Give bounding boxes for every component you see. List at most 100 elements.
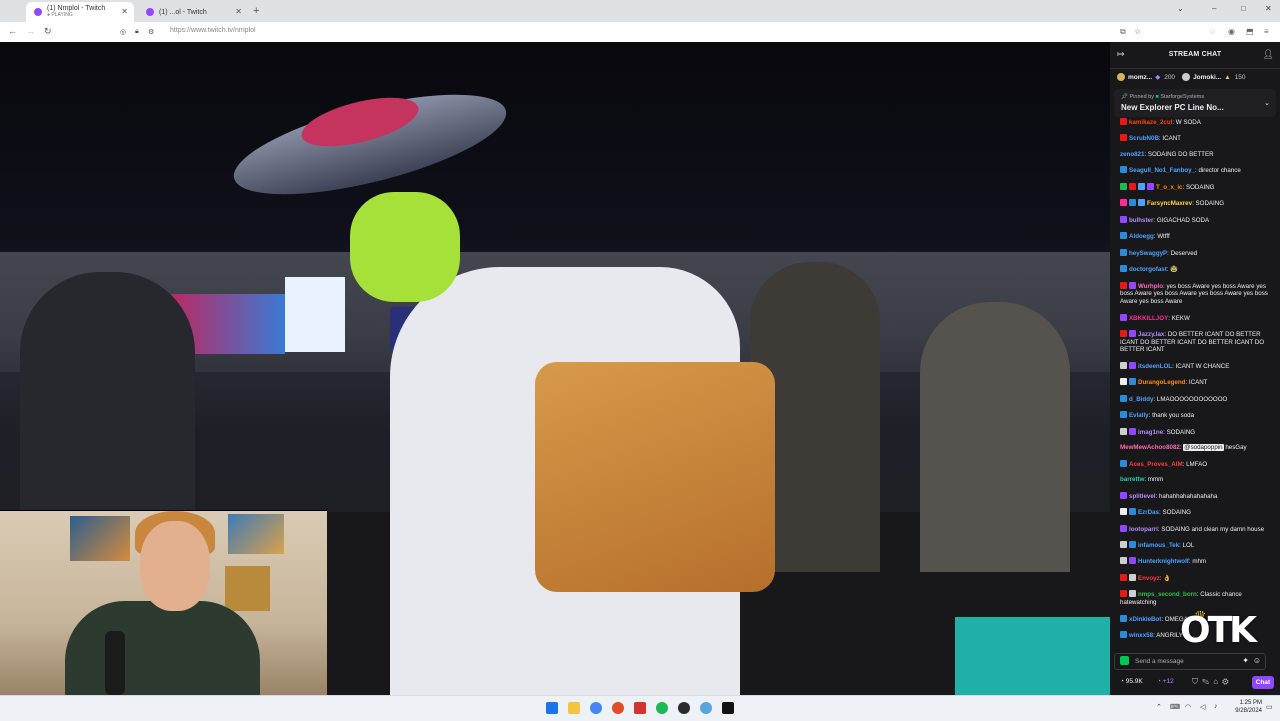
close-tab-icon[interactable]: ✕ [121, 7, 128, 16]
chat-badge-icon[interactable] [1120, 411, 1127, 419]
chat-username[interactable]: Seagull_No1_Fanboy_ [1129, 167, 1195, 174]
notification-icon[interactable]: ▭ [1266, 703, 1273, 711]
chat-badge-icon[interactable] [1120, 378, 1127, 386]
chat-username[interactable]: zeno821 [1120, 151, 1144, 158]
chat-message[interactable]: MewMewAchoo8082: @sodapoppin hesGay [1120, 444, 1270, 452]
chat-message[interactable]: EzrDas: SODAING [1120, 508, 1270, 517]
chat-username[interactable]: ScrubN0B [1129, 135, 1159, 142]
chat-message[interactable]: Wurhplo: yes boss Aware yes boss Aware y… [1120, 281, 1270, 306]
chat-message[interactable]: ScrubN0B: ICANT [1120, 134, 1270, 143]
chat-username[interactable]: MewMewAchoo8082 [1120, 444, 1180, 451]
chat-username[interactable]: lootoparri [1129, 526, 1158, 533]
chat-send-button[interactable]: Chat [1252, 676, 1274, 689]
chat-badge-icon[interactable] [1120, 182, 1127, 190]
maximize-button[interactable]: □ [1241, 4, 1246, 13]
chat-badge-icon[interactable] [1129, 427, 1136, 435]
chat-message[interactable]: Hunterknightwolf: mhm [1120, 557, 1270, 566]
chat-badge-icon[interactable] [1120, 134, 1127, 142]
chat-username[interactable]: Aldoegg [1129, 233, 1154, 240]
chat-username[interactable]: xDinkleBot [1129, 616, 1161, 623]
chevron-down-icon[interactable]: ⌄ [1264, 99, 1270, 107]
chat-badge-icon[interactable] [1120, 215, 1127, 223]
chat-message[interactable]: nmps_second_born: Classic chance hatewat… [1120, 590, 1270, 606]
chat-username[interactable]: bulhster [1129, 217, 1153, 224]
translate-icon[interactable]: ⧉ [1120, 27, 1126, 37]
reload-button[interactable]: ↻ [44, 26, 52, 37]
chat-badge-icon[interactable] [1138, 182, 1145, 190]
chat-message[interactable]: Aces_Proves_AIM: LMFAO [1120, 459, 1270, 469]
chat-badge-icon[interactable] [1129, 182, 1136, 190]
chat-message[interactable]: kamikaze_2cul: W SODA [1120, 118, 1270, 127]
account-icon[interactable]: ◉ [1228, 27, 1235, 36]
minimize-button[interactable]: – [1212, 4, 1216, 13]
chat-username[interactable]: barrettw [1120, 476, 1144, 483]
chat-message[interactable]: Seagull_No1_Fanboy_: director chance [1120, 166, 1270, 175]
chat-username[interactable]: splitlevel [1129, 493, 1155, 500]
chat-username[interactable]: Wurhplo [1138, 283, 1163, 290]
wifi-icon[interactable]: ◠ [1185, 703, 1191, 711]
bits-icon[interactable]: ✦ [1242, 656, 1249, 665]
volume-icon[interactable]: ◁ [1200, 703, 1205, 711]
chat-badge-icon[interactable] [1129, 361, 1136, 369]
permissions-icon[interactable]: ⚙ [148, 28, 154, 36]
chat-message[interactable]: Aldoegg: Wtfff [1120, 232, 1270, 241]
chat-message[interactable]: T_o_x_ic: SODAING [1120, 182, 1270, 192]
chat-badge-icon[interactable] [1129, 590, 1136, 598]
tab-second[interactable]: (1) ...ol - Twitch ✕ [138, 2, 248, 22]
chat-username[interactable]: nmps_second_born [1138, 591, 1197, 598]
chat-badge-icon[interactable] [1120, 541, 1127, 548]
chat-badge-icon[interactable] [1120, 631, 1127, 639]
tab-nmplol[interactable]: (1) Nmplol - Twitch ● PLAYING ✕ [26, 2, 134, 22]
chat-badge-icon[interactable] [1120, 508, 1127, 516]
chat-username[interactable]: Jazzy.lax [1138, 331, 1164, 338]
chat-message[interactable]: DurangoLegend: ICANT [1120, 378, 1270, 387]
chat-input[interactable]: Send a message ✦ ☺ [1114, 653, 1266, 670]
chat-message[interactable]: heySwaggyP: Deserved [1120, 248, 1270, 258]
chat-username[interactable]: heySwaggyP [1129, 250, 1167, 257]
chat-username[interactable]: Aces_Proves_AIM [1129, 461, 1183, 468]
chat-badge-icon[interactable] [1120, 427, 1127, 435]
chat-message[interactable]: zeno821: SODAING DO BETTER [1120, 151, 1270, 159]
chat-message[interactable]: FarsyncMaxrev: SODAING [1120, 199, 1270, 208]
menu-icon[interactable]: ≡ [1264, 27, 1269, 36]
leaderboard-entry[interactable]: momz... ◆ 200 [1117, 73, 1175, 81]
tray-chevron-icon[interactable]: ⌃ [1156, 703, 1162, 711]
community-icon[interactable]: 👤︎ [1263, 49, 1274, 60]
channel-points-balance[interactable]: ◔ +12 [1157, 678, 1174, 685]
chat-badge-icon[interactable] [1129, 573, 1136, 581]
new-tab-button[interactable]: + [253, 5, 259, 17]
chat-message[interactable]: Evlally: thank you soda [1120, 411, 1270, 420]
chat-badge-icon[interactable] [1120, 557, 1127, 565]
chat-badge-icon[interactable] [1120, 281, 1127, 289]
windows-start-icon[interactable] [546, 702, 558, 714]
file-explorer-icon[interactable] [568, 702, 580, 714]
pocket-icon[interactable]: ◌ [1210, 27, 1215, 36]
chat-message[interactable]: d_Biddy: LMAOOOOOOOOOOOO [1120, 394, 1270, 404]
network-icon[interactable]: ⌨ [1170, 703, 1180, 711]
chat-badge-icon[interactable] [1129, 508, 1136, 516]
chat-badge-icon[interactable] [1129, 330, 1136, 337]
system-clock[interactable]: 1:25 PM 9/28/2024 [1235, 699, 1262, 715]
chat-badge-icon[interactable] [1120, 590, 1127, 598]
pinned-message[interactable]: 📌︎ Pinned by ■ StarforgeSystems New Expl… [1114, 89, 1276, 117]
chat-username[interactable]: XBKKILLJOY [1129, 315, 1168, 322]
chat-message[interactable]: splitlevel: hahahhahahahahaha [1120, 491, 1270, 501]
chat-badge-icon[interactable] [1120, 573, 1127, 581]
chat-badge-icon[interactable] [1129, 281, 1136, 289]
leaderboard-entry[interactable]: Jomoki... ▲ 150 [1182, 73, 1246, 81]
chat-badge-icon[interactable] [1120, 199, 1127, 207]
chat-username[interactable]: Evlally [1129, 412, 1149, 419]
emote-picker-icon[interactable]: ☺ [1253, 656, 1261, 665]
chat-username[interactable]: kamikaze_2cul [1129, 119, 1172, 126]
chat-username[interactable]: FarsyncMaxrev [1147, 200, 1192, 207]
chat-message[interactable]: Envoyz: 👌 [1120, 573, 1270, 583]
chat-badge-icon[interactable] [1120, 491, 1127, 499]
app-icon[interactable] [700, 702, 712, 714]
speaker-icon[interactable]: ♪ [1214, 703, 1218, 710]
chat-username[interactable]: infamous_Tek [1138, 542, 1179, 549]
chat-message[interactable]: Jazzy.lax: DO BETTER ICANT DO BETTER ICA… [1120, 330, 1270, 354]
chat-message[interactable]: infamous_Tek: LOL [1120, 541, 1270, 550]
close-tab-icon[interactable]: ✕ [235, 7, 242, 16]
obs-icon[interactable] [678, 702, 690, 714]
chat-message[interactable]: doctorgofast: 🥸 [1120, 265, 1270, 274]
